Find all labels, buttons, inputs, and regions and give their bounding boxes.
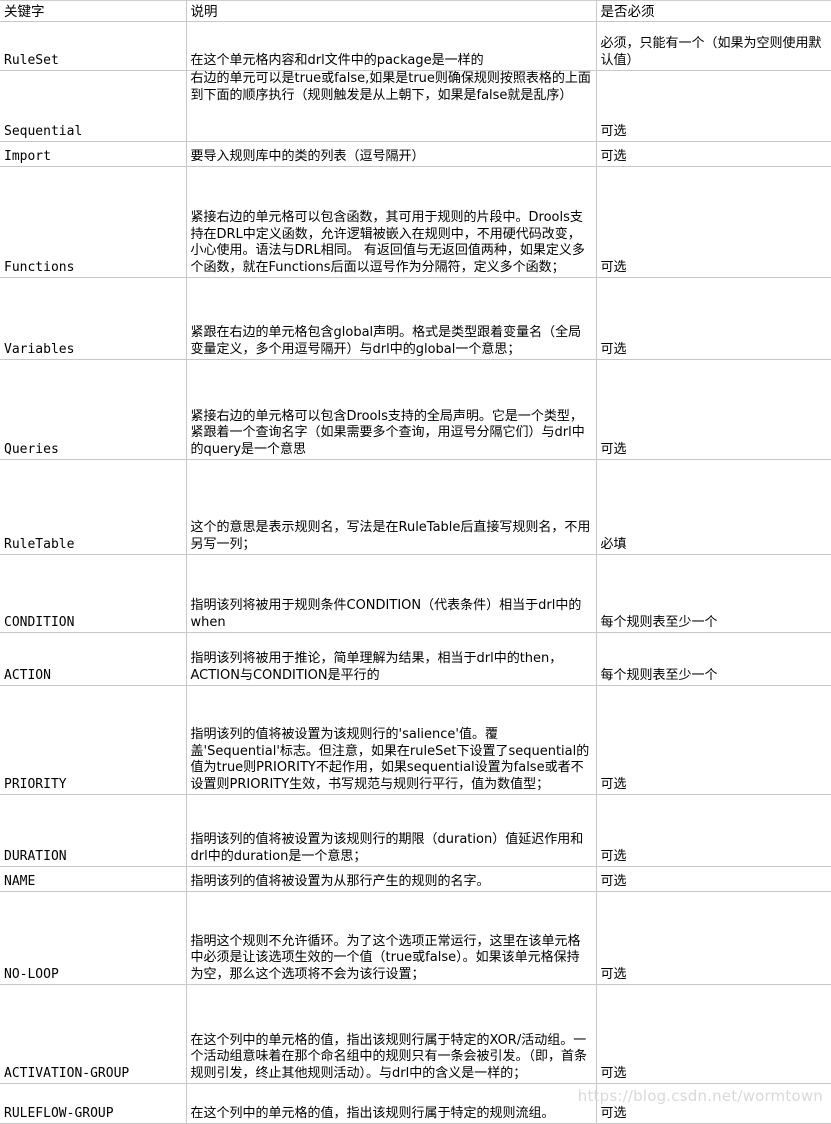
table-row: Sequential 右边的单元可以是true或false,如果是true则确保规… — [0, 70, 831, 142]
cell-description: 紧接右边的单元格可以包含函数，其可用于规则的片段中。Drools支持在DRL中定… — [186, 166, 597, 278]
cell-required: 可选 — [596, 70, 831, 142]
cell-required: 可选 — [596, 891, 831, 985]
cell-required: 可选 — [596, 141, 831, 167]
table-header-row: 关键字 说明 是否必须 — [0, 0, 831, 22]
table-row: RuleSet 在这个单元格内容和drl文件中的package是一样的 必须，只能有… — [0, 21, 831, 71]
table-row: Import 要导入规则库中的类的列表（逗号隔开） 可选 — [0, 141, 831, 167]
cell-description: 在这个单元格内容和drl文件中的package是一样的 — [186, 21, 597, 71]
cell-keyword: RuleSet — [0, 21, 187, 71]
table-row: Functions 紧接右边的单元格可以包含函数，其可用于规则的片段中。Drool… — [0, 166, 831, 278]
cell-keyword: Sequential — [0, 70, 187, 142]
cell-keyword: DURATION — [0, 794, 187, 867]
table-row: NO-LOOP 指明这个规则不允许循环。为了这个选项正常运行，这里在该单元格中必须… — [0, 891, 831, 985]
cell-required: 可选 — [596, 1083, 831, 1124]
table-row: RuleTable 这个的意思是表示规则名，写法是在RuleTable后直接写规则… — [0, 459, 831, 555]
cell-keyword: NO-LOOP — [0, 891, 187, 985]
cell-description: 在这个列中的单元格的值，指出该规则行属于特定的规则流组。 — [186, 1083, 597, 1124]
table-row: DURATION 指明该列的值将被设置为该规则行的期限（duration）值延迟作… — [0, 794, 831, 867]
table-row: PRIORITY 指明该列的值将被设置为该规则行的'salience'值。覆盖'S… — [0, 685, 831, 795]
cell-required: 每个规则表至少一个 — [596, 554, 831, 633]
cell-required: 可选 — [596, 866, 831, 892]
keyword-reference-table: 关键字 说明 是否必须 RuleSet 在这个单元格内容和drl文件中的packa… — [0, 0, 831, 1124]
table-body: RuleSet 在这个单元格内容和drl文件中的package是一样的 必须，只能有… — [0, 21, 831, 1124]
cell-required: 必填 — [596, 459, 831, 555]
table-row: Variables 紧跟在右边的单元格包含global声明。格式是类型跟着变量名（… — [0, 277, 831, 360]
column-header-description: 说明 — [186, 0, 597, 22]
cell-required: 可选 — [596, 166, 831, 278]
table-row: ACTION 指明该列将被用于推论，简单理解为结果，相当于drl中的then，AC… — [0, 632, 831, 686]
cell-description: 指明该列将被用于规则条件CONDITION（代表条件）相当于drl中的when — [186, 554, 597, 633]
cell-keyword: ACTION — [0, 632, 187, 686]
cell-required: 可选 — [596, 359, 831, 460]
cell-required: 必须，只能有一个（如果为空则使用默认值） — [596, 21, 831, 71]
cell-required: 可选 — [596, 685, 831, 795]
cell-required: 可选 — [596, 277, 831, 360]
cell-keyword: RuleTable — [0, 459, 187, 555]
cell-keyword: ACTIVATION-GROUP — [0, 984, 187, 1084]
table-row: NAME 指明该列的值将被设置为从那行产生的规则的名字。 可选 — [0, 866, 831, 892]
cell-keyword: Import — [0, 141, 187, 167]
table-row: RULEFLOW-GROUP 在这个列中的单元格的值，指出该规则行属于特定的规则流… — [0, 1083, 831, 1124]
cell-required: 可选 — [596, 794, 831, 867]
cell-keyword: Queries — [0, 359, 187, 460]
table-header: 关键字 说明 是否必须 — [0, 0, 831, 22]
table-row: CONDITION 指明该列将被用于规则条件CONDITION（代表条件）相当于d… — [0, 554, 831, 633]
cell-description: 指明该列将被用于推论，简单理解为结果，相当于drl中的then，ACTION与C… — [186, 632, 597, 686]
table-row: Queries 紧接右边的单元格可以包含Drools支持的全局声明。它是一个类型，… — [0, 359, 831, 460]
spreadsheet-sheet: 关键字 说明 是否必须 RuleSet 在这个单元格内容和drl文件中的packa… — [0, 0, 831, 1124]
cell-keyword: CONDITION — [0, 554, 187, 633]
cell-keyword: Variables — [0, 277, 187, 360]
cell-required: 每个规则表至少一个 — [596, 632, 831, 686]
cell-description: 这个的意思是表示规则名，写法是在RuleTable后直接写规则名，不用另写一列； — [186, 459, 597, 555]
cell-description: 紧接右边的单元格可以包含Drools支持的全局声明。它是一个类型，紧跟着一个查询… — [186, 359, 597, 460]
cell-description: 指明该列的值将被设置为该规则行的期限（duration）值延迟作用和drl中的d… — [186, 794, 597, 867]
cell-description: 指明该列的值将被设置为从那行产生的规则的名字。 — [186, 866, 597, 892]
cell-description: 要导入规则库中的类的列表（逗号隔开） — [186, 141, 597, 167]
cell-description: 右边的单元可以是true或false,如果是true则确保规则按照表格的上面到下… — [186, 70, 597, 142]
cell-keyword: NAME — [0, 866, 187, 892]
cell-keyword: RULEFLOW-GROUP — [0, 1083, 187, 1124]
cell-keyword: PRIORITY — [0, 685, 187, 795]
cell-required: 可选 — [596, 984, 831, 1084]
cell-description: 指明该列的值将被设置为该规则行的'salience'值。覆盖'Sequentia… — [186, 685, 597, 795]
column-header-keyword: 关键字 — [0, 0, 187, 22]
cell-description: 在这个列中的单元格的值，指出该规则行属于特定的XOR/活动组。一个活动组意味着在… — [186, 984, 597, 1084]
cell-description: 指明这个规则不允许循环。为了这个选项正常运行，这里在该单元格中必须是让该选项生效… — [186, 891, 597, 985]
table-row: ACTIVATION-GROUP 在这个列中的单元格的值，指出该规则行属于特定的X… — [0, 984, 831, 1084]
cell-description: 紧跟在右边的单元格包含global声明。格式是类型跟着变量名（全局变量定义，多个… — [186, 277, 597, 360]
cell-keyword: Functions — [0, 166, 187, 278]
column-header-required: 是否必须 — [596, 0, 831, 22]
